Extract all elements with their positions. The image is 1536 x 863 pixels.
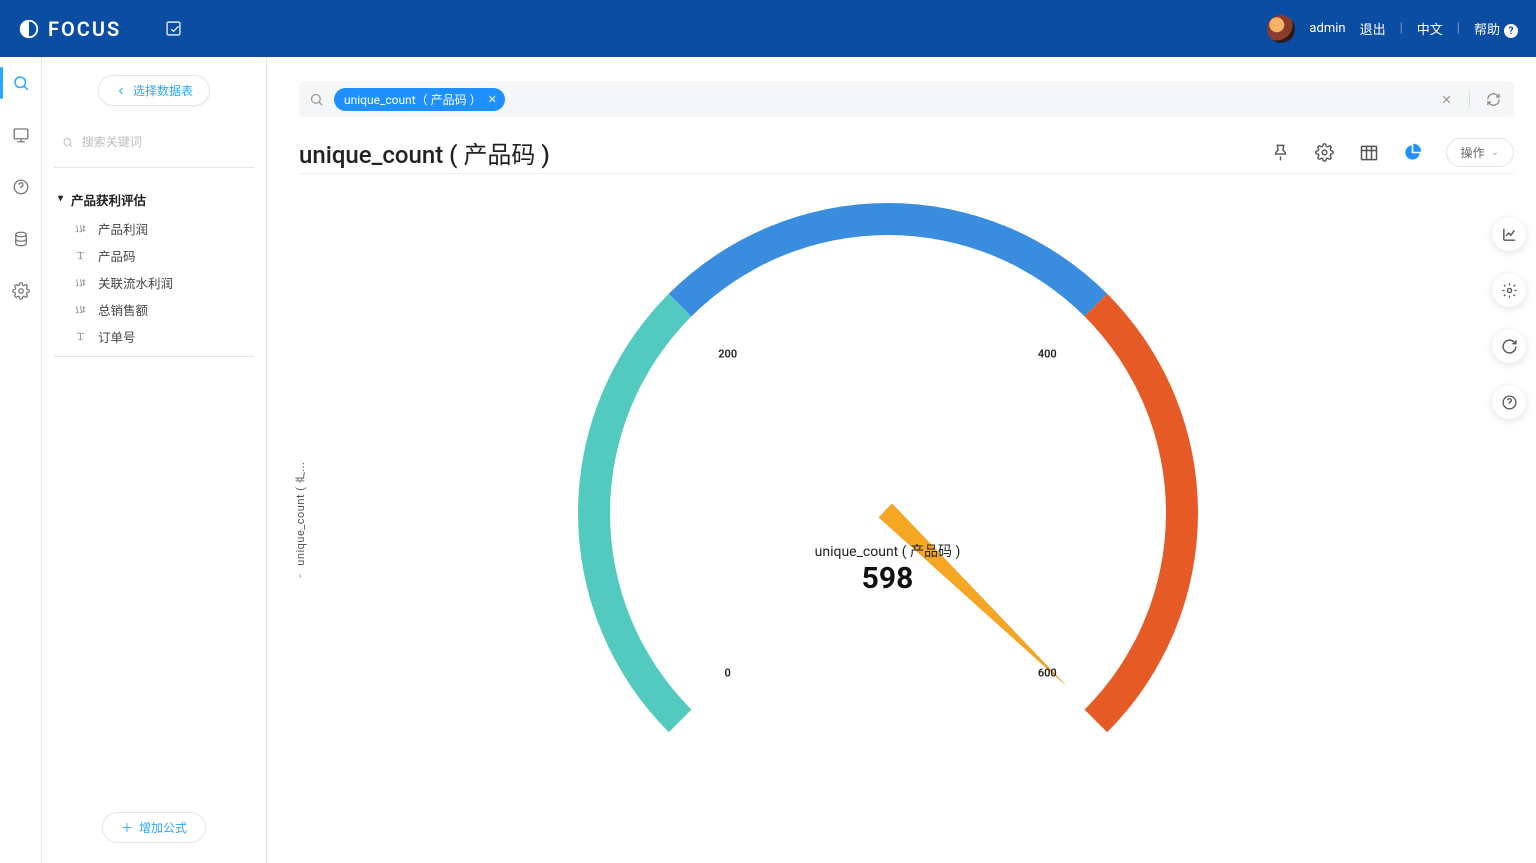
top-bar: FOCUS admin 退出 | 中文 | 帮助? [0,0,1536,57]
gauge-tick-label: 400 [1038,347,1057,360]
table-view-icon[interactable] [1358,142,1380,164]
actions-button[interactable]: 操作 ⌄ [1446,138,1514,167]
panel-search-input[interactable] [80,134,246,150]
pin-icon[interactable] [1270,142,1292,164]
refresh-query-icon[interactable] [1480,86,1506,112]
field-item[interactable]: 产品码 [54,242,254,269]
select-table-button[interactable]: 选择数据表 [98,75,210,106]
axis-edit-icon[interactable] [1492,217,1526,251]
chevron-down-icon: ⌄ [1491,147,1499,158]
title-actions: 操作 ⌄ [1270,138,1514,167]
page-title: unique_count ( 产品码 ) [299,135,550,170]
select-table-label: 选择数据表 [133,82,193,99]
query-bar[interactable]: unique_count（ 产品码 ） ✕ [299,81,1514,117]
text-type-icon [74,330,88,343]
search-icon [62,136,74,149]
top-right: admin 退出 | 中文 | 帮助? [1267,15,1518,43]
rail-data-icon[interactable] [9,227,33,251]
fields-panel: 选择数据表 ▾ 产品获利评估 产品利润产品码关联流水利润总销售额订单号 ＋ 增加… [42,57,267,863]
field-item[interactable]: 总销售额 [54,296,254,323]
gauge-chart: 0 200 400 600 unique_count ( 产品码 ) 598 [548,153,1228,833]
help-link[interactable]: 帮助? [1474,19,1518,39]
chip-remove-icon[interactable]: ✕ [488,93,497,106]
search-icon [309,92,324,107]
rail-board-icon[interactable] [9,123,33,147]
chart-tools [1492,217,1526,419]
gauge-center: unique_count ( 产品码 ) 598 [815,541,961,596]
chart-help-icon[interactable] [1492,385,1526,419]
brand-text: FOCUS [48,17,121,41]
settings-icon[interactable] [1314,142,1336,164]
field-group-header[interactable]: ▾ 产品获利评估 [54,190,254,209]
gauge-tick-label: 200 [718,347,737,360]
field-label: 订单号 [98,327,136,346]
field-item[interactable]: 关联流水利润 [54,269,254,296]
add-formula-button[interactable]: ＋ 增加公式 [102,812,206,843]
text-type-icon [74,249,88,262]
clear-query-icon[interactable] [1433,86,1459,112]
chart-settings-icon[interactable] [1492,273,1526,307]
add-formula-label: 增加公式 [139,819,187,836]
caret-down-icon: ▾ [58,193,63,204]
panel-search[interactable] [62,134,246,151]
rail-help-icon[interactable] [9,175,33,199]
help-badge-icon: ? [1504,24,1518,38]
number-type-icon [74,276,88,289]
brand: FOCUS [18,17,121,41]
chart-view-icon[interactable] [1402,142,1424,164]
main-content: unique_count（ 产品码 ） ✕ unique_count ( 产品码… [267,57,1536,863]
field-group-title: 产品获利评估 [71,190,146,209]
field-label: 产品码 [98,246,136,265]
query-chip-text: unique_count（ 产品码 ） [344,91,482,108]
field-item[interactable]: 产品利润 [54,215,254,242]
gauge-label: unique_count ( 产品码 ) [815,541,961,561]
brand-logo-icon [18,18,40,40]
field-item[interactable]: 订单号 [54,323,254,350]
rail-settings-icon[interactable] [9,279,33,303]
gauge-tick-label: 600 [1038,667,1057,680]
plus-icon: ＋ [121,819,133,836]
field-label: 产品利润 [98,219,148,238]
actions-label: 操作 [1461,144,1485,161]
edit-icon[interactable] [159,15,187,43]
username[interactable]: admin [1309,21,1345,36]
left-rail [0,57,42,863]
gauge-tick-label: 0 [725,667,731,680]
y-axis-label: › unique_count ( 产... [293,462,309,579]
gauge-value: 598 [815,561,961,596]
query-chip[interactable]: unique_count（ 产品码 ） ✕ [334,88,505,111]
field-label: 总销售额 [98,300,148,319]
rail-search-icon[interactable] [9,71,33,95]
field-label: 关联流水利润 [98,273,173,292]
chart-refresh-icon[interactable] [1492,329,1526,363]
logout-link[interactable]: 退出 [1360,19,1386,38]
arrow-left-icon [115,85,127,97]
chart-area: › unique_count ( 产... 0200400600 unique_… [299,187,1476,853]
number-type-icon [74,222,88,235]
lang-link[interactable]: 中文 [1417,19,1443,38]
avatar[interactable] [1267,15,1295,43]
number-type-icon [74,303,88,316]
chevron-right-icon: › [299,571,303,582]
